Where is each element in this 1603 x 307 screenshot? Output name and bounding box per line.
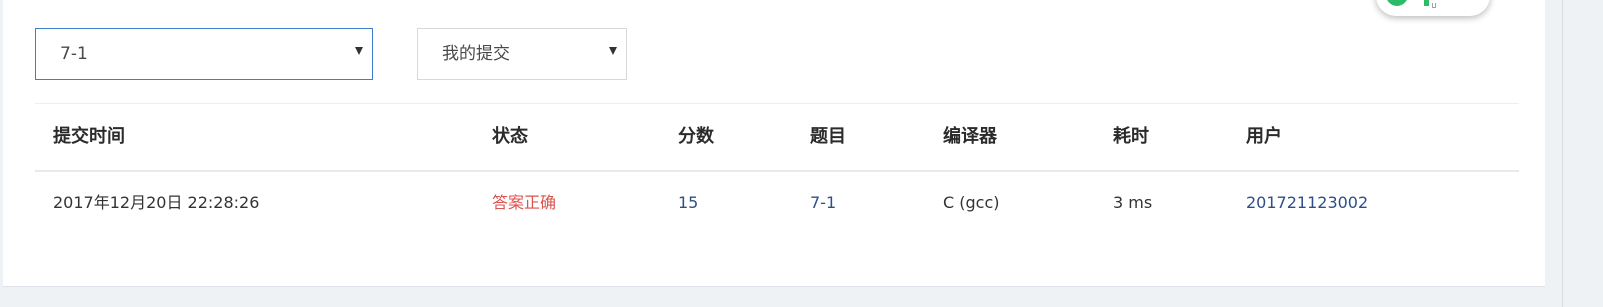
submission-scope-select-value: 我的提交 bbox=[442, 44, 510, 64]
signal-bar-icon bbox=[1424, 0, 1429, 6]
problem-select[interactable]: 7-1 bbox=[35, 28, 373, 80]
floating-status-widget[interactable] bbox=[1376, 0, 1490, 16]
cell-compiler: C (gcc) bbox=[943, 193, 1000, 212]
header-status: 状态 bbox=[492, 126, 528, 147]
header-compiler: 编译器 bbox=[943, 126, 997, 147]
cell-problem-link[interactable]: 7-1 bbox=[810, 172, 836, 234]
cell-score-link[interactable]: 15 bbox=[678, 172, 698, 234]
page-scroll-edge bbox=[1562, 0, 1563, 307]
header-submit-time: 提交时间 bbox=[53, 126, 125, 147]
cell-time-cost: 3 ms bbox=[1113, 193, 1153, 212]
caret-down-icon bbox=[609, 47, 617, 55]
header-score: 分数 bbox=[678, 126, 714, 147]
caret-down-icon bbox=[355, 47, 363, 55]
header-problem: 题目 bbox=[810, 126, 846, 147]
status-widget-icon bbox=[1386, 0, 1408, 6]
mini-indicator-icon bbox=[1432, 3, 1436, 8]
submission-panel: 7-1 我的提交 提交时间 状态 分数 题目 编译器 耗时 用户 2017年12… bbox=[3, 0, 1545, 287]
header-time-cost: 耗时 bbox=[1113, 126, 1149, 147]
cell-status: 答案正确 bbox=[492, 193, 557, 212]
problem-select-value: 7-1 bbox=[60, 44, 88, 64]
cell-submit-time: 2017年12月20日 22:28:26 bbox=[53, 193, 260, 212]
header-user: 用户 bbox=[1246, 126, 1282, 147]
cell-user-link[interactable]: 201721123002 bbox=[1246, 172, 1368, 234]
table-row: 2017年12月20日 22:28:26 答案正确 15 7-1 C (gcc)… bbox=[35, 172, 1519, 234]
table-header: 提交时间 状态 分数 题目 编译器 耗时 用户 bbox=[35, 104, 1519, 172]
submission-scope-select[interactable]: 我的提交 bbox=[417, 28, 627, 80]
